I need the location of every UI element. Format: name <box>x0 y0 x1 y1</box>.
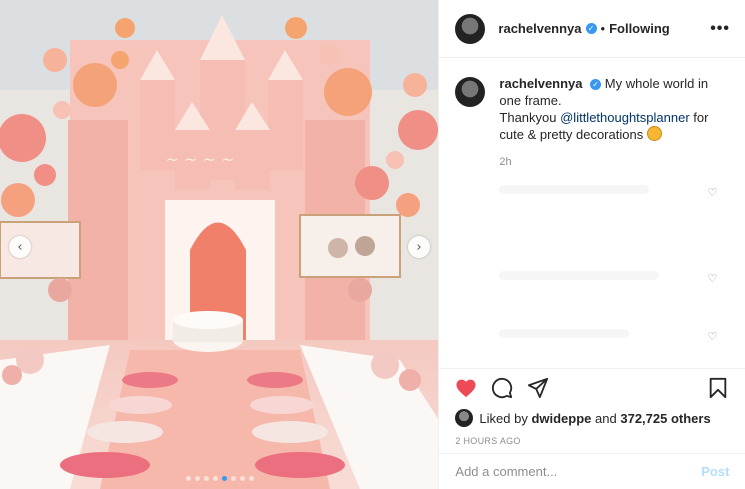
avatar[interactable] <box>455 77 486 107</box>
like-heart-icon[interactable] <box>453 375 479 401</box>
comment-input[interactable]: Add a comment... <box>455 464 557 479</box>
carousel-dot <box>248 476 254 481</box>
caption-text-2: Thankyou <box>499 110 561 125</box>
liked-user-link[interactable]: dwideppe <box>531 411 591 426</box>
comment-like-icon[interactable]: ♡ <box>707 272 717 285</box>
post-sidebar: rachelvennya ✓ • Following ••• rachelven… <box>438 0 745 489</box>
svg-text:~ ~ ~ ~: ~ ~ ~ ~ <box>166 150 235 169</box>
party-decoration-photo: ~ ~ ~ ~ <box>0 0 439 489</box>
carousel-dot <box>221 476 227 481</box>
hidden-comment <box>499 185 650 194</box>
comment-icon[interactable] <box>489 375 515 401</box>
action-bar: Liked by dwideppe and 372,725 others 2 H… <box>439 368 745 446</box>
following-button[interactable]: Following <box>609 21 670 36</box>
liked-prefix: Liked by <box>479 410 528 426</box>
hidden-comment <box>499 329 630 338</box>
avatar[interactable] <box>455 13 486 44</box>
post-header: rachelvennya ✓ • Following ••• <box>439 0 745 58</box>
previous-image-button[interactable]: ‹ <box>9 236 31 258</box>
chevron-right-icon: › <box>416 239 422 255</box>
instagram-post: ~ ~ ~ ~ ‹ › rachelvennya ✓ • Following •… <box>0 0 745 489</box>
likes-summary: Liked by dwideppe and 372,725 others <box>439 409 745 427</box>
next-image-button[interactable]: › <box>408 236 430 258</box>
verified-badge-icon: ✓ <box>590 79 602 91</box>
caption: rachelvennya ✓ My whole world in one fra… <box>439 59 745 171</box>
verified-badge-icon: ✓ <box>585 23 597 34</box>
post-image[interactable]: ~ ~ ~ ~ ‹ › <box>0 0 439 489</box>
post-comment-button[interactable]: Post <box>701 464 729 479</box>
smiling-face-emoji-icon <box>646 126 662 141</box>
separator: • <box>600 21 606 36</box>
comment-like-icon[interactable]: ♡ <box>707 330 717 343</box>
caption-username-link[interactable]: rachelvennya <box>499 76 582 91</box>
carousel-indicator <box>0 476 438 481</box>
mention-link[interactable]: @littlethoughtsplanner <box>560 110 690 125</box>
post-timestamp[interactable]: 2 HOURS AGO <box>439 436 745 446</box>
chevron-left-icon: ‹ <box>17 239 23 255</box>
liked-mid: and <box>595 410 617 426</box>
share-icon[interactable] <box>525 375 551 401</box>
liker-avatar <box>455 409 474 427</box>
carousel-dot <box>203 476 209 481</box>
carousel-dot <box>185 476 191 481</box>
username-link[interactable]: rachelvennya <box>498 21 581 36</box>
carousel-dot <box>239 476 245 481</box>
more-options-icon[interactable]: ••• <box>710 20 730 38</box>
carousel-dot <box>230 476 236 481</box>
save-bookmark-icon[interactable] <box>705 375 731 401</box>
carousel-dot <box>212 476 218 481</box>
carousel-dot <box>194 476 200 481</box>
comment-like-icon[interactable]: ♡ <box>707 186 717 199</box>
add-comment-form: Add a comment... Post <box>439 453 745 489</box>
comments-section[interactable]: rachelvennya ✓ My whole world in one fra… <box>439 59 745 365</box>
hidden-comment <box>499 271 660 280</box>
liked-count-link[interactable]: 372,725 others <box>620 411 710 426</box>
caption-time: 2h <box>499 156 512 168</box>
